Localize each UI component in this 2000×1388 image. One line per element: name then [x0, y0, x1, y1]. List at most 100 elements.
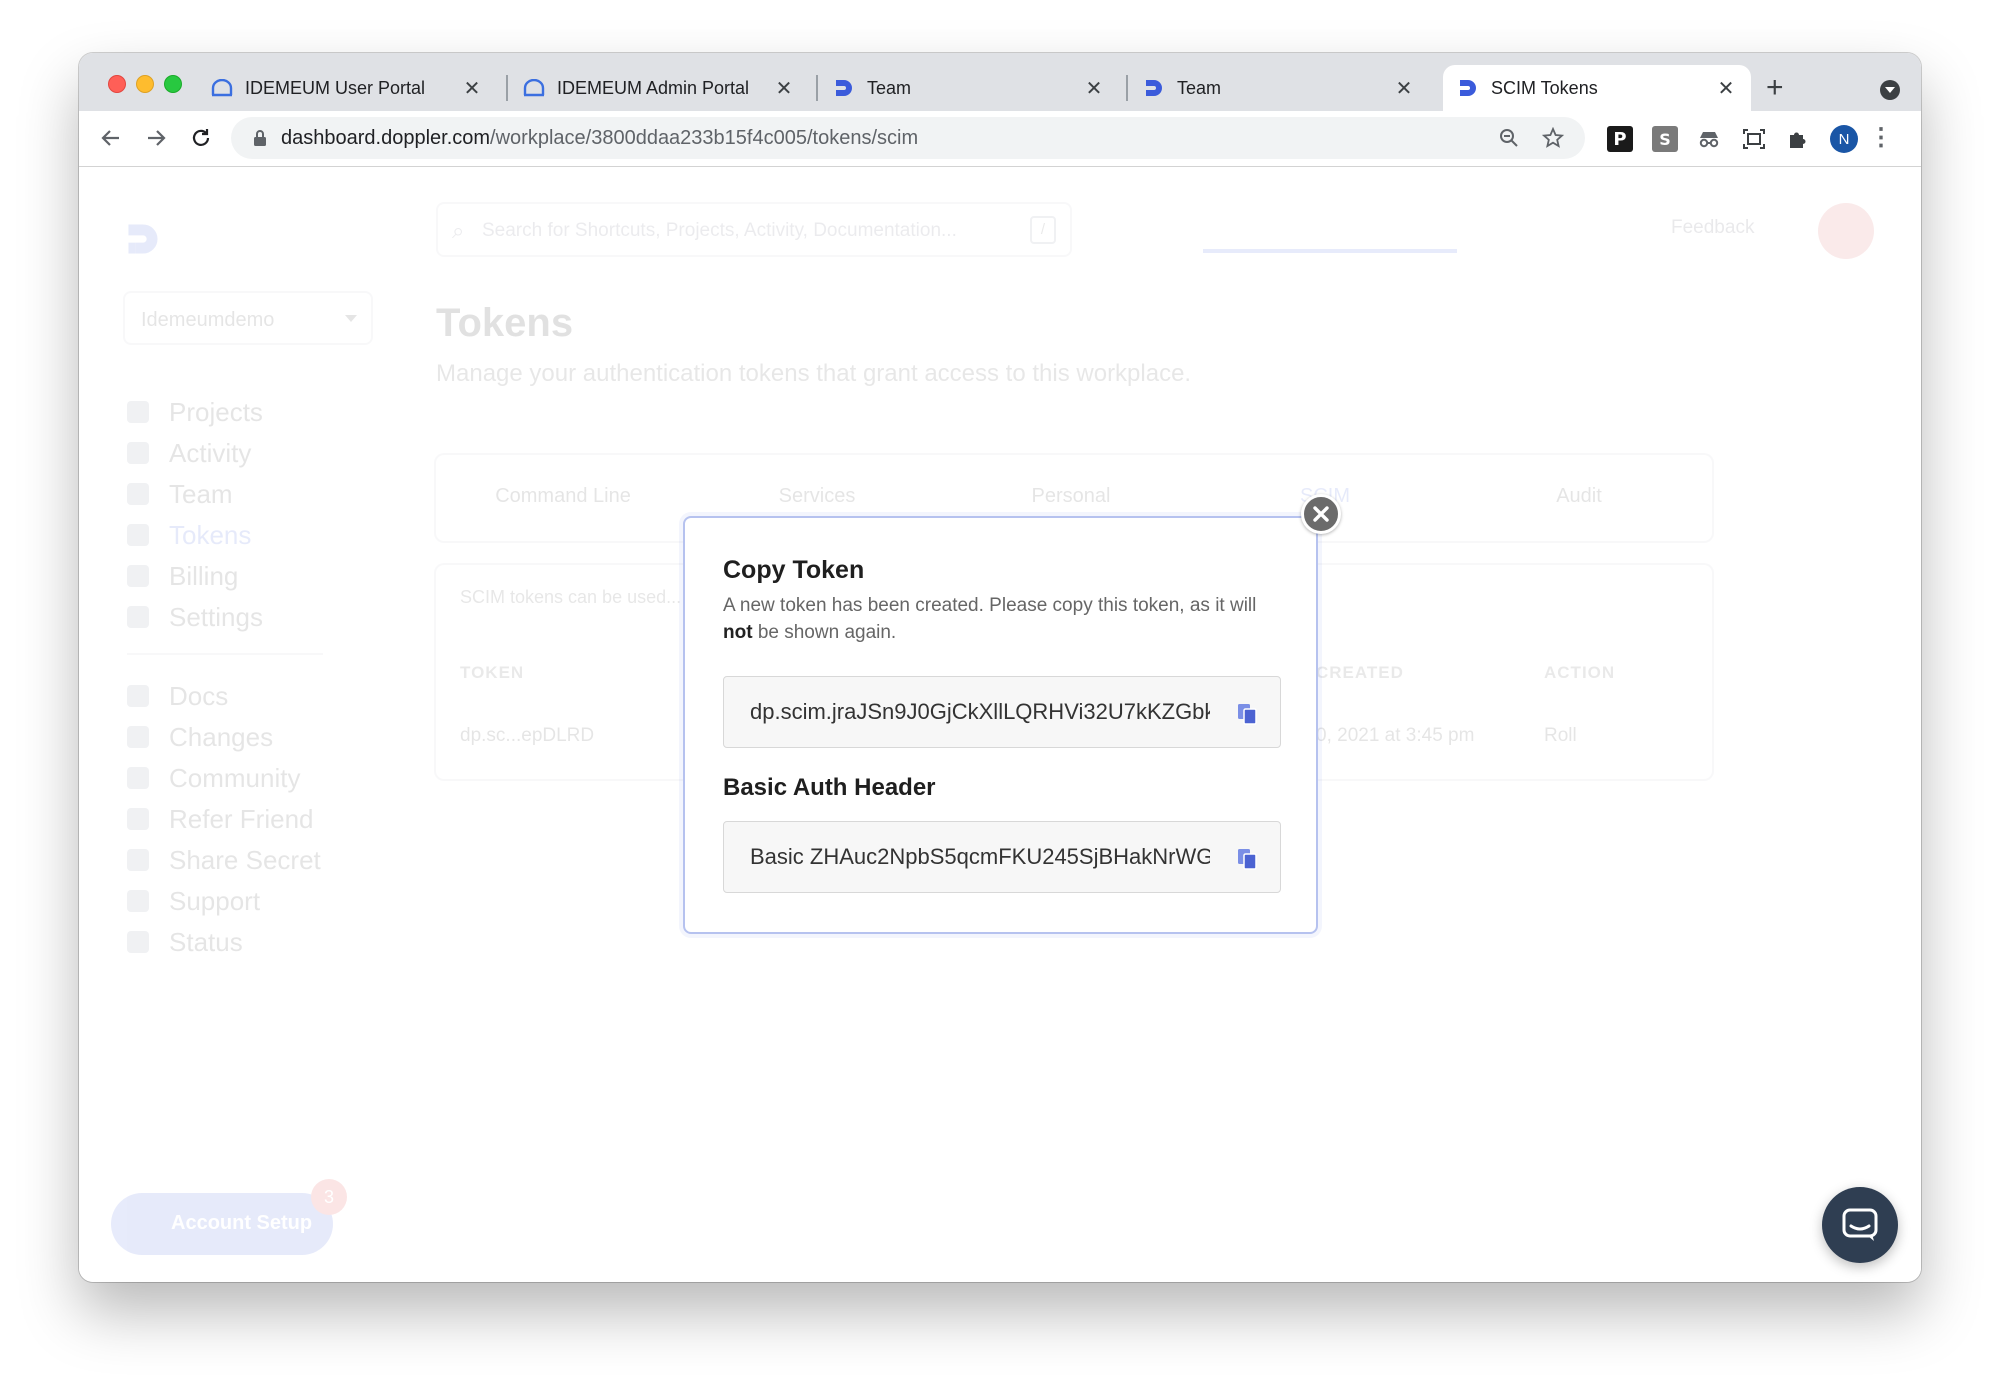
feedback-link[interactable]: Feedback	[1671, 217, 1754, 239]
tab-search-icon[interactable]	[1880, 80, 1900, 100]
modal-description: A new token has been created. Please cop…	[723, 592, 1283, 646]
reload-icon[interactable]	[186, 123, 216, 153]
sidebar-item-team[interactable]: Team	[127, 478, 233, 510]
forward-arrow-icon[interactable]	[141, 123, 171, 153]
tab-personal[interactable]: Personal	[944, 485, 1198, 508]
doppler-icon	[833, 77, 855, 99]
sidebar-item-refer-friend[interactable]: Refer Friend	[127, 803, 314, 835]
tab-close-icon[interactable]: ✕	[1715, 76, 1737, 101]
tab-services[interactable]: Services	[690, 485, 944, 508]
tab-title: IDEMEUM User Portal	[245, 77, 426, 98]
browser-tab-idemeum-user-portal[interactable]: IDEMEUM User Portal ✕	[197, 65, 497, 111]
sidebar-item-docs[interactable]: Docs	[127, 680, 228, 712]
key-icon	[127, 524, 149, 546]
sidebar-item-label: Team	[169, 478, 233, 509]
sidebar-item-status[interactable]: Status	[127, 926, 243, 958]
modal-title: Copy Token	[723, 556, 865, 584]
activity-icon	[127, 442, 149, 464]
tab-title: Team	[1177, 77, 1222, 98]
account-setup-badge: 3	[311, 1179, 347, 1215]
roll-button[interactable]: Roll	[1544, 725, 1577, 747]
token-field[interactable]: dp.scim.jraJSn9J0GjCkXllLQRHVi32U7kKZGbk	[723, 676, 1281, 748]
sidebar-item-label: Share Secret	[169, 844, 321, 875]
chat-launcher-button[interactable]	[1822, 1187, 1898, 1263]
extensions-puzzle-icon[interactable]	[1785, 126, 1811, 152]
sidebar-item-share-secret[interactable]: Share Secret	[127, 844, 321, 876]
global-search-input[interactable]: ⌕ Search for Shortcuts, Projects, Activi…	[436, 202, 1072, 257]
sidebar-item-label: Community	[169, 762, 301, 793]
user-avatar[interactable]	[1818, 203, 1874, 259]
desc-text-end: be shown again.	[752, 622, 897, 643]
tab-command-line[interactable]: Command Line	[436, 485, 690, 508]
token-cell: dp.sc...epDLRD	[460, 725, 595, 746]
doppler-logo	[123, 219, 163, 264]
sidebar-item-settings[interactable]: Settings	[127, 601, 263, 633]
browser-tab-team-1[interactable]: Team ✕	[819, 65, 1119, 111]
megaphone-icon	[127, 726, 149, 748]
incognito-extension-icon[interactable]	[1696, 126, 1722, 152]
sidebar-item-support[interactable]: Support	[127, 885, 260, 917]
bookmark-star-icon[interactable]	[1541, 126, 1565, 150]
workplace-select[interactable]: Idemeumdemo	[123, 291, 373, 345]
extension-p-icon[interactable]: P	[1607, 126, 1633, 152]
sidebar-item-label: Tokens	[169, 519, 252, 550]
extension-s-icon[interactable]: S	[1652, 126, 1678, 152]
search-placeholder: Search for Shortcuts, Projects, Activity…	[482, 220, 957, 241]
sidebar-item-label: Billing	[169, 560, 239, 591]
profile-avatar[interactable]: N	[1830, 125, 1858, 153]
tab-close-icon[interactable]: ✕	[773, 76, 795, 101]
column-header-action: ACTION	[1544, 663, 1616, 682]
projects-icon	[127, 401, 149, 423]
refer-icon	[127, 808, 149, 830]
tab-audit[interactable]: Audit	[1452, 485, 1706, 508]
basic-auth-field[interactable]: Basic ZHAuc2NpbS5qcmFKU245SjBHakNrWG	[723, 821, 1281, 893]
team-icon	[127, 483, 149, 505]
browser-tab-scim-tokens[interactable]: SCIM Tokens ✕	[1443, 65, 1751, 111]
page-subtitle: Manage your authentication tokens that g…	[436, 360, 1192, 387]
community-icon	[127, 767, 149, 789]
close-modal-icon[interactable]	[1301, 494, 1341, 534]
address-bar[interactable]: dashboard.doppler.com/workplace/3800ddaa…	[231, 117, 1585, 159]
browser-tab-idemeum-admin-portal[interactable]: IDEMEUM Admin Portal ✕	[509, 65, 809, 111]
doppler-icon	[1457, 77, 1479, 99]
tab-close-icon[interactable]: ✕	[461, 76, 483, 101]
account-setup-button[interactable]: Account Setup	[111, 1193, 333, 1255]
tab-title: Team	[867, 77, 912, 98]
chevron-down-icon	[345, 315, 357, 322]
tab-separator	[816, 75, 818, 101]
sidebar-item-label: Refer Friend	[169, 803, 314, 834]
browser-tab-team-2[interactable]: Team ✕	[1129, 65, 1429, 111]
copy-token-icon[interactable]	[1236, 702, 1258, 726]
tab-strip: IDEMEUM User Portal ✕ IDEMEUM Admin Port…	[79, 53, 1921, 111]
sidebar-item-community[interactable]: Community	[127, 762, 300, 794]
basic-auth-value: Basic ZHAuc2NpbS5qcmFKU245SjBHakNrWG	[750, 844, 1210, 869]
sidebar-item-label: Support	[169, 885, 261, 916]
idemeum-icon	[523, 77, 545, 99]
back-arrow-icon[interactable]	[96, 123, 126, 153]
tab-title: IDEMEUM Admin Portal	[557, 77, 750, 98]
minimize-window-button[interactable]	[136, 75, 154, 93]
sidebar-item-tokens[interactable]: Tokens	[127, 519, 251, 551]
sidebar-item-projects[interactable]: Projects	[127, 396, 263, 428]
url-path: /workplace/3800ddaa233b15f4c005/tokens/s…	[490, 127, 919, 149]
tab-close-icon[interactable]: ✕	[1083, 76, 1105, 101]
basic-auth-label: Basic Auth Header	[723, 774, 936, 801]
sidebar-item-label: Docs	[169, 680, 229, 711]
search-icon: ⌕	[452, 218, 465, 243]
tab-title: SCIM Tokens	[1491, 77, 1598, 98]
close-window-button[interactable]	[108, 75, 126, 93]
tab-close-icon[interactable]: ✕	[1393, 76, 1415, 101]
new-tab-button[interactable]: +	[1766, 73, 1784, 103]
copy-auth-icon[interactable]	[1236, 847, 1258, 871]
browser-menu-icon[interactable]: ⋮	[1869, 123, 1893, 152]
maximize-window-button[interactable]	[164, 75, 182, 93]
share-icon	[127, 849, 149, 871]
desc-text: A new token has been created. Please cop…	[723, 595, 1257, 616]
status-icon	[127, 931, 149, 953]
screenshot-extension-icon[interactable]	[1741, 126, 1767, 152]
sidebar-item-billing[interactable]: Billing	[127, 560, 238, 592]
zoom-icon[interactable]	[1497, 126, 1521, 150]
sidebar-item-changes[interactable]: Changes	[127, 721, 273, 753]
sidebar-item-label: Activity	[169, 437, 252, 468]
sidebar-item-activity[interactable]: Activity	[127, 437, 251, 469]
